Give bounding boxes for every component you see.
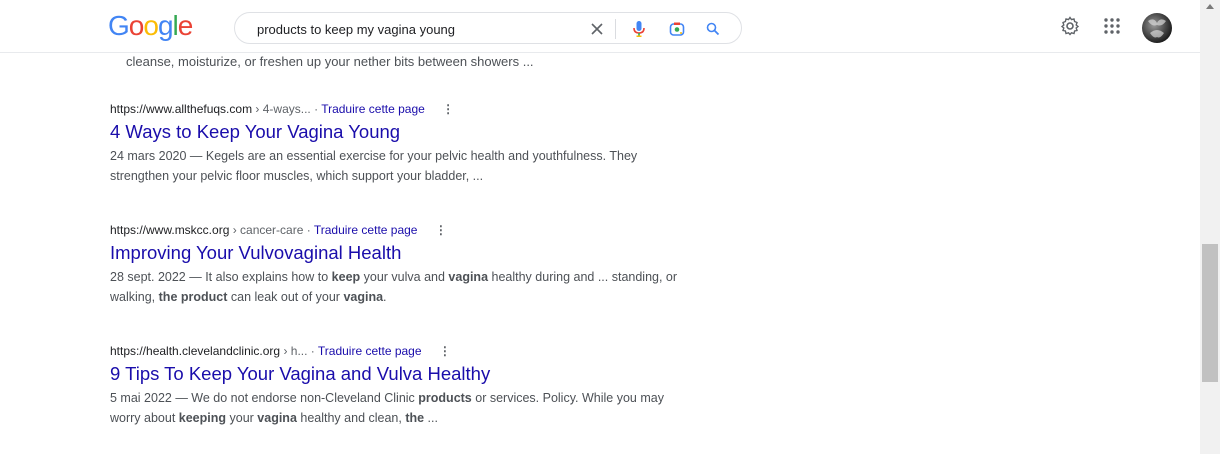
result-domain[interactable]: https://www.allthefuqs.com: [110, 102, 252, 116]
result-title-link[interactable]: 4 Ways to Keep Your Vagina Young: [110, 120, 690, 144]
snippet-text: 5 mai 2022 — We do not endorse non-Cleve…: [110, 391, 419, 405]
search-input[interactable]: [255, 19, 579, 39]
settings-icon[interactable]: [1058, 14, 1082, 38]
search-result: https://health.clevelandclinic.org › h..…: [110, 342, 690, 428]
lens-icon[interactable]: [667, 19, 687, 39]
snippet-text: your: [226, 411, 258, 425]
snippet-text: healthy and clean,: [296, 411, 406, 425]
snippet-keyword: vagina: [448, 270, 489, 284]
scroll-up-arrow-icon[interactable]: [1206, 4, 1214, 9]
snippet-keyword: keep: [331, 270, 361, 284]
search-divider: [615, 19, 616, 39]
header-bar: Google: [0, 0, 1200, 53]
snippet-text: 24 mars 2020 — Kegels are an essential e…: [110, 149, 638, 183]
result-snippet: 28 sept. 2022 — It also explains how to …: [110, 267, 690, 307]
apps-grid-icon[interactable]: [1100, 14, 1124, 38]
avatar[interactable]: [1142, 13, 1172, 43]
snippet-keyword: vagina: [257, 411, 297, 425]
search-box: [234, 12, 742, 44]
citation-separator: ·: [303, 223, 314, 237]
search-result: https://www.allthefuqs.com › 4-ways... ·…: [110, 100, 690, 186]
logo-letter: o: [143, 10, 159, 41]
result-path[interactable]: › 4-ways...: [252, 102, 310, 116]
result-domain[interactable]: https://www.mskcc.org: [110, 223, 229, 237]
close-icon[interactable]: [587, 19, 607, 39]
vertical-scrollbar[interactable]: [1200, 0, 1220, 454]
more-options-icon[interactable]: ⋮: [435, 221, 447, 239]
citation-separator: ·: [307, 344, 318, 358]
logo-letter: g: [157, 10, 174, 41]
snippet-text: .: [383, 290, 387, 304]
result-snippet: 24 mars 2020 — Kegels are an essential e…: [110, 146, 690, 186]
logo-letter: o: [128, 10, 145, 41]
snippet-keyword: keeping: [178, 411, 227, 425]
result-title-link[interactable]: 9 Tips To Keep Your Vagina and Vulva Hea…: [110, 362, 690, 386]
snippet-keyword: the: [405, 411, 425, 425]
logo-letter: e: [177, 10, 194, 41]
previous-result-snippet: cleanse, moisturize, or freshen up your …: [126, 54, 534, 69]
translate-link[interactable]: Traduire cette page: [321, 102, 425, 116]
snippet-keyword: the product: [158, 290, 228, 304]
result-citation: https://health.clevelandclinic.org › h..…: [110, 342, 690, 360]
snippet-keyword: vagina: [343, 290, 384, 304]
translate-link[interactable]: Traduire cette page: [314, 223, 418, 237]
result-citation: https://www.allthefuqs.com › 4-ways... ·…: [110, 100, 690, 118]
google-logo[interactable]: Google: [108, 10, 194, 42]
result-snippet: 5 mai 2022 — We do not endorse non-Cleve…: [110, 388, 690, 428]
search-result: https://www.mskcc.org › cancer-care · Tr…: [110, 221, 690, 307]
result-domain[interactable]: https://health.clevelandclinic.org: [110, 344, 280, 358]
result-path[interactable]: › h...: [280, 344, 307, 358]
more-options-icon[interactable]: ⋮: [439, 342, 451, 360]
citation-separator: ·: [310, 102, 322, 116]
logo-letter: G: [108, 10, 130, 41]
microphone-icon[interactable]: [629, 19, 649, 39]
search-icon[interactable]: [703, 19, 723, 39]
scrollbar-thumb[interactable]: [1202, 244, 1218, 382]
snippet-keyword: products: [418, 391, 472, 405]
more-options-icon[interactable]: ⋮: [442, 100, 454, 118]
snippet-text: your vulva and: [360, 270, 449, 284]
snippet-text: ...: [424, 411, 438, 425]
result-title-link[interactable]: Improving Your Vulvovaginal Health: [110, 241, 690, 265]
snippet-text: can leak out of your: [227, 290, 344, 304]
translate-link[interactable]: Traduire cette page: [318, 344, 422, 358]
snippet-text: 28 sept. 2022 — It also explains how to: [110, 270, 332, 284]
result-path[interactable]: › cancer-care: [229, 223, 304, 237]
result-citation: https://www.mskcc.org › cancer-care · Tr…: [110, 221, 690, 239]
